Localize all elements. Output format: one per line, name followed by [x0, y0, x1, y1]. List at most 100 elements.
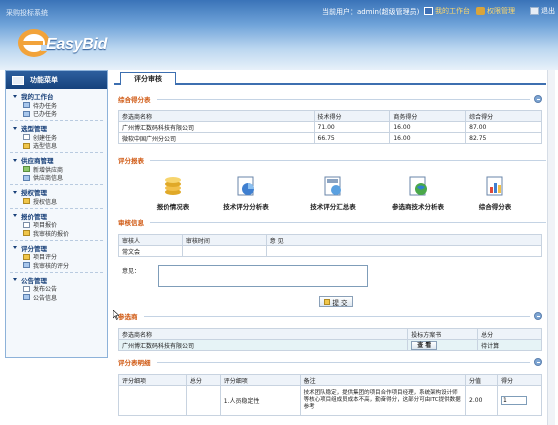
- table-row[interactable]: 广州博汇数码科技有限公司 查 看 待计算: [117, 339, 542, 351]
- detail-total: [185, 385, 221, 416]
- key-icon: [23, 198, 30, 205]
- menu-item-selection-info[interactable]: 选型信息: [6, 142, 107, 150]
- easybid-logo: EasyBid: [16, 26, 112, 60]
- column-header: 总分: [477, 328, 542, 340]
- menu-item-done[interactable]: 已办任务: [6, 110, 107, 119]
- workbench-link-label: 我的工作台: [435, 7, 470, 15]
- report-label: 综合得分表: [478, 203, 512, 211]
- folder-icon: [23, 142, 30, 149]
- mouse-cursor-icon: [113, 310, 119, 320]
- column-header: 审核时间: [181, 234, 267, 246]
- section-audit: 审核信息: [114, 216, 546, 228]
- add-user-icon: [23, 166, 30, 173]
- divider: [10, 120, 103, 121]
- divider: [10, 207, 103, 209]
- table-header-row: 参选商名称 技术得分 商务得分 综合得分: [118, 110, 542, 122]
- detail-weight: 2.00: [465, 385, 498, 416]
- menu-group-label: 报价管理: [21, 212, 47, 221]
- menu-group-title[interactable]: 选型管理: [6, 123, 107, 133]
- section-title: 审核信息: [118, 219, 144, 227]
- column-header: 技术得分: [313, 110, 391, 122]
- menu-item-label: 已办任务: [33, 111, 58, 119]
- detail-remark: 技术团队稳定，提供集团的项目合作项目经理，系统架构设计师等核心项目组成员成本不高…: [299, 385, 467, 416]
- expand-arrow-icon: [13, 190, 17, 194]
- summary-table: 参选商名称 技术得分 商务得分 综合得分 广州博汇数码科技有限公司 71.00 …: [118, 110, 542, 144]
- submit-button[interactable]: 提 交: [319, 296, 353, 307]
- permission-link[interactable]: 权限管理: [476, 6, 515, 16]
- tech-score: 66.75: [313, 132, 391, 144]
- vertical-scrollbar[interactable]: [547, 70, 555, 425]
- menu-group-scoring: 评分管理 项目评分 我审核的评分: [6, 243, 107, 270]
- menu-item-project-score[interactable]: 项目评分: [6, 253, 107, 261]
- report-overall-button[interactable]: 综合得分表: [460, 175, 530, 211]
- submit-icon: [324, 298, 331, 305]
- menu-item-publish-notice[interactable]: 发布公告: [6, 285, 107, 293]
- tab-score-review[interactable]: 评分审核: [120, 72, 176, 85]
- key-icon: [476, 7, 485, 15]
- auditor-name: 常文会: [118, 245, 183, 257]
- view-button[interactable]: 查 看: [411, 340, 438, 350]
- report-tech-analysis-button[interactable]: 技术评分分析表: [211, 175, 281, 211]
- report-vendor-analysis-button[interactable]: 参选商技术分析表: [383, 175, 453, 211]
- menu-item-project-quote[interactable]: 项目报价: [6, 221, 107, 229]
- menu-item-notice-info[interactable]: 公告信息: [6, 293, 107, 302]
- main-content: 评分审核 综合得分表 参选商名称 技术得分 商务得分 综合得分 广州博汇数码科技…: [114, 70, 546, 425]
- menu-group-title[interactable]: 供应商管理: [6, 155, 107, 165]
- expand-arrow-icon: [13, 94, 17, 98]
- column-header: 综合得分: [465, 110, 542, 122]
- bar-chart-icon: [486, 176, 503, 196]
- menu-group-title[interactable]: 我的工作台: [6, 91, 107, 101]
- column-header: 商务得分: [389, 110, 467, 122]
- menu-group-title[interactable]: 公告管理: [6, 275, 107, 285]
- report-label: 技术评分汇总表: [310, 203, 356, 211]
- review-icon: [23, 262, 30, 269]
- report-tech-summary-button[interactable]: 技术评分汇总表: [298, 175, 368, 211]
- divider: [10, 184, 103, 185]
- expand-arrow-icon: [13, 246, 17, 249]
- report-label: 报价情况表: [156, 203, 190, 211]
- total-score: 82.75: [465, 132, 542, 144]
- table-row: 常文会: [118, 245, 543, 257]
- menu-item-add-supplier[interactable]: 新增供应商: [6, 165, 107, 174]
- vendor-name: 微软中国广州分公司: [118, 132, 315, 144]
- table-header-row: 参选商名称 投标方案书 总分: [117, 328, 542, 340]
- current-user-info: 当前用户：admin(超级管理员): [322, 7, 419, 17]
- column-header: 备注: [299, 374, 467, 386]
- menu-group-title[interactable]: 报价管理: [6, 211, 107, 221]
- chart-doc-icon: [237, 176, 254, 196]
- menu-item-create-task[interactable]: 创建任务: [6, 133, 107, 142]
- table-header-row: 审核人 审核时间 意 见: [118, 234, 543, 246]
- score-input[interactable]: [501, 396, 527, 405]
- detail-item: 1.人员稳定性: [219, 385, 301, 416]
- menu-item-my-score-review[interactable]: 我审核的评分: [6, 261, 107, 270]
- menu-group-label: 评分管理: [21, 244, 47, 253]
- sidebar-header: 功能菜单: [6, 71, 107, 89]
- section-summary: 综合得分表: [114, 93, 546, 105]
- menu-group-label: 公告管理: [21, 276, 47, 285]
- collapse-icon[interactable]: [534, 358, 542, 366]
- menu-item-label: 我审核的评分: [33, 262, 70, 270]
- report-quote-button[interactable]: 报价情况表: [138, 175, 208, 211]
- menu-group-title[interactable]: 评分管理: [6, 243, 107, 253]
- section-reports: 评分报表: [114, 154, 546, 166]
- menu-item-todo[interactable]: 待办任务: [6, 101, 107, 110]
- section-divider: [156, 98, 530, 100]
- top-banner: 采购投标系统 当前用户：admin(超级管理员) 我的工作台 权限管理 退出 E…: [0, 0, 558, 70]
- menu-icon: [12, 75, 24, 85]
- menu-group-title[interactable]: 授权管理: [6, 187, 107, 197]
- section-details: 评分表明细: [114, 356, 546, 368]
- collapse-icon[interactable]: [534, 312, 542, 320]
- menu-item-my-quote-review[interactable]: 我审核的报价: [6, 229, 107, 238]
- workbench-link[interactable]: 我的工作台: [424, 6, 470, 16]
- table-row: 1.人员稳定性 技术团队稳定，提供集团的项目合作项目经理，系统架构设计师等核心项…: [118, 385, 542, 416]
- menu-group-announcement: 公告管理 发布公告 公告信息: [6, 275, 107, 302]
- exit-link[interactable]: 退出: [530, 6, 555, 16]
- section-title: 评分报表: [118, 157, 144, 165]
- task-icon: [23, 102, 30, 109]
- collapse-icon[interactable]: [534, 95, 542, 103]
- opinion-textarea[interactable]: [158, 265, 368, 287]
- menu-item-supplier-info[interactable]: 供应商信息: [6, 174, 107, 182]
- menu-item-auth-info[interactable]: 授权信息: [6, 197, 107, 206]
- column-header: 意 见: [265, 234, 543, 246]
- menu-group-quote: 报价管理 项目报价 我审核的报价: [6, 211, 107, 238]
